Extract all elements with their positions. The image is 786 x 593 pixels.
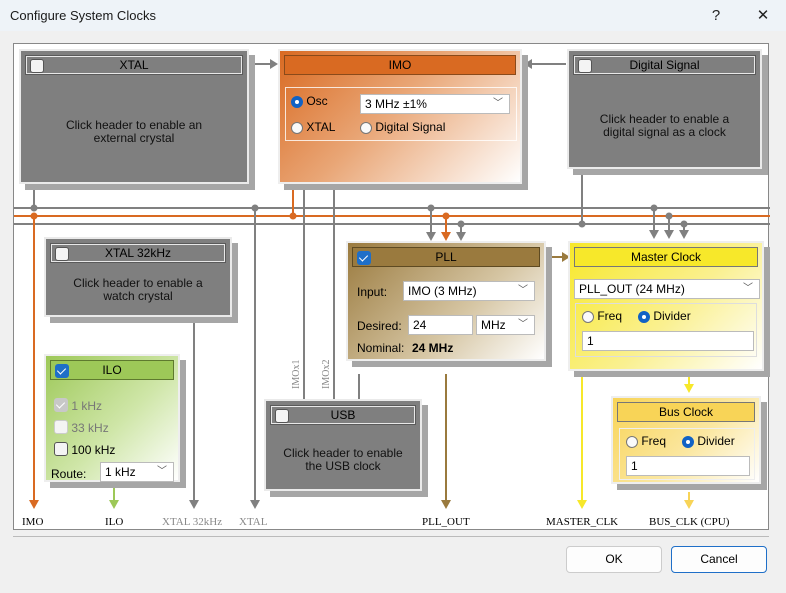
digital-signal-block: Digital Signal Click header to enable a …	[567, 49, 762, 169]
output-label-xtal: XTAL	[239, 516, 268, 528]
ilo-header[interactable]: ILO	[50, 360, 174, 380]
close-button[interactable]: ✕	[747, 4, 779, 28]
pll-title: PLL	[435, 250, 457, 264]
chevron-down-icon: ﹀	[743, 283, 753, 294]
imo-radio-digital[interactable]: Digital Signal	[360, 120, 445, 134]
master-radio-freq[interactable]: Freq	[582, 309, 622, 323]
ilo-route-select[interactable]: 1 kHz ﹀	[100, 462, 174, 482]
clock-diagram: XTAL Click header to enable an external …	[13, 43, 770, 530]
pll-nominal-label: Nominal:	[357, 341, 405, 355]
master-radio-divider[interactable]: Divider	[638, 309, 691, 323]
digital-signal-header[interactable]: Digital Signal	[573, 55, 756, 75]
xtal-enable-checkbox[interactable]	[30, 59, 44, 73]
digital-signal-title: Digital Signal	[629, 58, 700, 72]
master-divider-input[interactable]: 1	[582, 331, 754, 351]
usb-title: USB	[330, 408, 356, 422]
master-clock-block: Master Clock PLL_OUT (24 MHz) ﹀ Freq Divi…	[568, 241, 764, 371]
help-button[interactable]: ?	[700, 4, 732, 28]
output-label-bus-clk: BUS_CLK (CPU)	[649, 516, 730, 528]
master-clock-title: Master Clock	[630, 250, 701, 264]
output-label-master-clk: MASTER_CLK	[546, 516, 619, 528]
master-clock-source-select[interactable]: PLL_OUT (24 MHz) ﹀	[574, 279, 760, 299]
xtal32-enable-checkbox[interactable]	[55, 247, 69, 261]
ilo-100khz-checkbox[interactable]: 100 kHz	[54, 440, 115, 457]
pll-input-label: Input:	[357, 285, 388, 299]
imo-title: IMO	[388, 58, 412, 72]
bus-clock-block: Bus Clock Freq Divider 1	[611, 396, 761, 484]
usb-message: Click header to enable the USB clock	[283, 446, 403, 473]
output-label-imo: IMO	[22, 516, 44, 528]
imo-radio-xtal[interactable]: XTAL	[291, 120, 335, 134]
master-clock-header: Master Clock	[574, 247, 758, 267]
pll-header[interactable]: PLL	[352, 247, 540, 267]
output-label-pll-out: PLL_OUT	[422, 516, 470, 528]
bus-divider-input[interactable]: 1	[626, 456, 750, 476]
arrow-imo	[29, 500, 39, 509]
pll-input-select[interactable]: IMO (3 MHz) ﹀	[403, 281, 535, 301]
output-label-ilo: ILO	[105, 516, 124, 528]
imo-source-group: Osc XTAL Digital Signal 3 MHz ±1% ﹀	[285, 87, 517, 141]
bus-clock-mode-group: Freq Divider 1	[619, 428, 755, 480]
xtal-message: Click header to enable an external cryst…	[65, 118, 203, 145]
ilo-enable-checkbox[interactable]	[55, 364, 69, 378]
footer-divider	[13, 536, 769, 537]
pll-block: PLL Input: IMO (3 MHz) ﹀ Desired: 24 MHz ﹀…	[346, 241, 546, 361]
xtal-header[interactable]: XTAL	[25, 55, 243, 75]
chevron-down-icon: ﹀	[157, 466, 167, 477]
imo-header[interactable]: IMO	[284, 55, 516, 75]
ilo-33khz-checkbox[interactable]: 33 kHz	[54, 418, 109, 435]
ilo-title: ILO	[102, 363, 122, 377]
bus-radio-divider[interactable]: Divider	[682, 434, 735, 448]
pll-nominal-value: 24 MHz	[412, 341, 454, 355]
xtal32-title: XTAL 32kHz	[104, 246, 172, 260]
usb-input-imox2-label: IMOx2	[321, 359, 332, 389]
pll-unit-select[interactable]: MHz ﹀	[476, 315, 535, 335]
pll-desired-label: Desired:	[357, 319, 402, 333]
imo-radio-osc[interactable]: Osc	[291, 94, 328, 108]
usb-enable-checkbox[interactable]	[275, 409, 289, 423]
chevron-down-icon: ﹀	[518, 285, 528, 296]
digital-signal-message: Click header to enable a digital signal …	[599, 112, 730, 139]
imo-freq-select[interactable]: 3 MHz ±1% ﹀	[360, 94, 510, 114]
cancel-button[interactable]: Cancel	[671, 546, 767, 573]
xtal32-block: XTAL 32kHz Click header to enable a watc…	[44, 237, 232, 317]
chevron-down-icon: ﹀	[518, 319, 528, 330]
usb-header[interactable]: USB	[270, 405, 416, 425]
bus-clock-header: Bus Clock	[617, 402, 755, 422]
master-clock-mode-group: Freq Divider 1	[575, 303, 757, 357]
output-label-xtal32: XTAL 32kHz	[162, 516, 223, 528]
ilo-route-label: Route:	[51, 467, 87, 481]
xtal-title: XTAL	[119, 58, 149, 72]
xtal32-header[interactable]: XTAL 32kHz	[50, 243, 226, 263]
xtal-block: XTAL Click header to enable an external …	[19, 49, 249, 184]
bus-clock-title: Bus Clock	[658, 405, 714, 419]
bus-radio-freq[interactable]: Freq	[626, 434, 666, 448]
window-title: Configure System Clocks	[10, 8, 156, 23]
ilo-1khz-checkbox: 1 kHz	[54, 396, 102, 413]
ilo-block: ILO 1 kHz 33 kHz 100 kHz Route: 1 kHz ﹀	[44, 354, 180, 482]
usb-input-imox1-label: IMOx1	[291, 359, 302, 389]
chevron-down-icon: ﹀	[493, 98, 503, 109]
digital-signal-enable-checkbox[interactable]	[578, 59, 592, 73]
imo-block: IMO Osc XTAL Digital Signal 3 MHz ±1% ﹀	[278, 49, 522, 184]
pll-enable-checkbox[interactable]	[357, 251, 371, 265]
ok-button[interactable]: OK	[566, 546, 662, 573]
pll-desired-input[interactable]: 24	[408, 315, 473, 335]
xtal32-message: Click header to enable a watch crystal	[73, 276, 203, 303]
usb-block: USB Click header to enable the USB clock	[264, 399, 422, 491]
title-bar: Configure System Clocks ? ✕	[0, 0, 786, 31]
